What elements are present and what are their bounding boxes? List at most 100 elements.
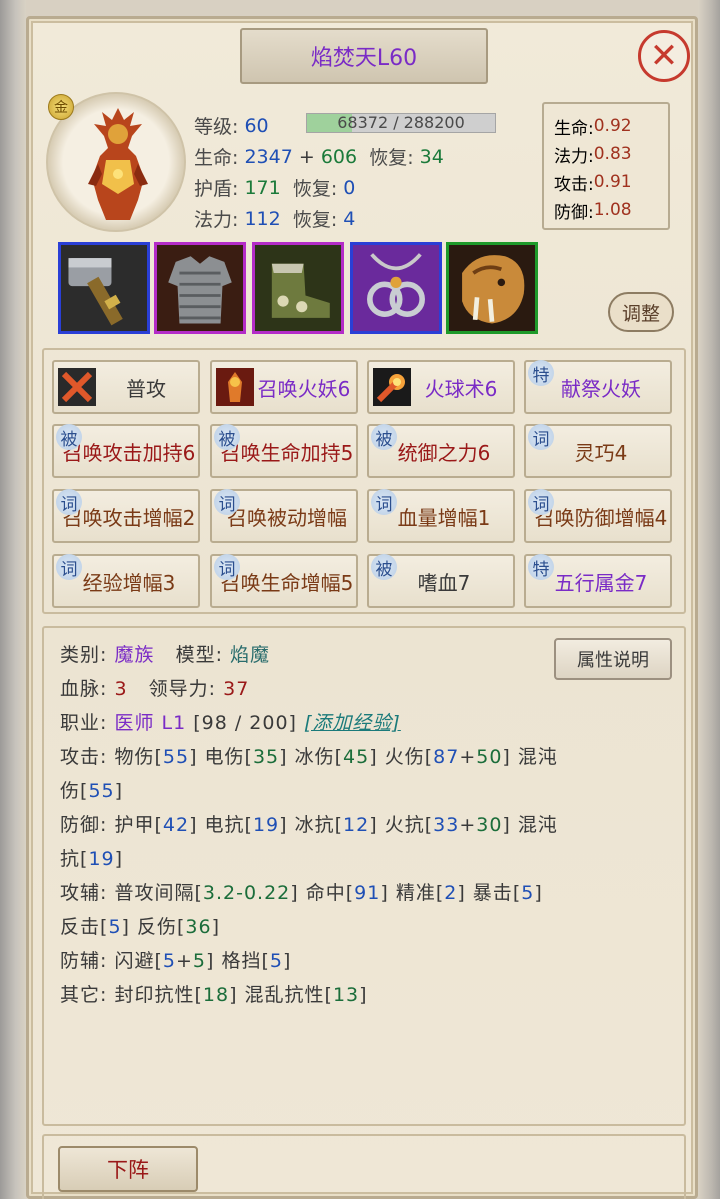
equip-slot-weapon[interactable]	[58, 242, 150, 334]
skill-slot[interactable]: 被召唤攻击加持6	[52, 424, 200, 478]
skill-slot[interactable]: 词经验增幅3	[52, 554, 200, 608]
skill-label: 嗜血7	[417, 570, 471, 595]
block-label: 格挡	[221, 950, 262, 972]
growth-value: 0.92	[593, 116, 632, 136]
skill-slot[interactable]: 召唤火妖6	[210, 360, 358, 414]
skill-tag: 词	[528, 489, 554, 515]
attack-elec-value: 35	[252, 746, 280, 768]
defense-fire-value: 33	[433, 814, 460, 836]
attr-row-atk-aux-cont: 反击[5] 反伤[36]	[60, 916, 221, 938]
add-xp-link[interactable]: [添加经验]	[304, 712, 401, 734]
skill-slot[interactable]: 词召唤被动增幅	[210, 489, 358, 543]
other-label: 其它:	[60, 984, 108, 1006]
dismiss-from-formation-button[interactable]: 下阵	[58, 1146, 198, 1192]
defense-ice-label: 冰抗	[294, 814, 335, 836]
defense-label: 防御:	[60, 814, 108, 836]
equip-slot-helm[interactable]	[446, 242, 538, 334]
skill-slot[interactable]: 火球术6	[367, 360, 515, 414]
close-icon: ✕	[649, 36, 679, 76]
skill-slot[interactable]: 词召唤防御增幅4	[524, 489, 672, 543]
skill-tag: 词	[214, 554, 240, 580]
skill-slot[interactable]: 特五行属金7	[524, 554, 672, 608]
interval-value: 3.2-0.22	[202, 882, 291, 904]
crit-value: 5	[521, 882, 535, 904]
skill-label: 经验增幅3	[82, 570, 176, 595]
attribute-help-button[interactable]: 属性说明	[554, 638, 672, 680]
equip-slot-boots[interactable]	[252, 242, 344, 334]
skill-slot[interactable]: 被统御之力6	[367, 424, 515, 478]
element-badge: 金	[48, 94, 74, 120]
skill-slot[interactable]: 被召唤生命加持5	[210, 424, 358, 478]
close-button[interactable]: ✕	[638, 30, 690, 82]
counter-label: 反击	[60, 916, 101, 938]
leadership-value: 37	[223, 678, 250, 700]
level-label: 等级:	[194, 116, 239, 138]
def-aux-label: 防辅:	[60, 950, 108, 972]
growth-label: 攻击:	[554, 174, 594, 195]
dodge-bonus: 5	[192, 950, 206, 972]
boots-icon	[255, 245, 341, 331]
equip-slot-armor[interactable]	[154, 242, 246, 334]
shield-regen-value: 0	[343, 176, 356, 199]
defense-chaos-label: 混沌	[517, 814, 558, 836]
seal-resist-value: 18	[202, 984, 230, 1006]
leadership-label: 领导力:	[148, 678, 217, 700]
crossed-swords-icon	[58, 368, 96, 406]
growth-row-mp: 法力: 0.83	[554, 140, 668, 168]
attack-fire-plus: +	[459, 746, 477, 768]
skill-tag: 特	[528, 360, 554, 386]
attr-row-attack-cont: 伤[55]	[60, 780, 124, 802]
skill-slot[interactable]: 普攻	[52, 360, 200, 414]
attr-row-defense: 防御: 护甲[42] 电抗[19] 冰抗[12] 火抗[33+30] 混沌	[60, 814, 558, 836]
defense-fire-label: 火抗	[384, 814, 425, 836]
attr-row-atk-aux: 攻辅: 普攻间隔[3.2-0.22] 命中[91] 精准[2] 暴击[5]	[60, 882, 543, 904]
attack-fire-value: 87	[433, 746, 460, 768]
skill-slot[interactable]: 词召唤攻击增幅2	[52, 489, 200, 543]
skill-slot[interactable]: 特献祭火妖	[524, 360, 672, 414]
growth-box: 生命: 0.92 法力: 0.83 攻击: 0.91 防御: 1.08	[542, 102, 670, 230]
shield-regen-label: 恢复:	[292, 178, 338, 200]
skill-label: 献祭火妖	[561, 376, 641, 401]
skill-label: 五行属金7	[554, 570, 648, 595]
skill-tag: 词	[528, 424, 554, 450]
defense-elec-label: 电抗	[204, 814, 245, 836]
mp-regen-value: 4	[343, 207, 356, 230]
defense-armor-label: 护甲	[114, 814, 155, 836]
adjust-button[interactable]: 调整	[608, 292, 674, 332]
fire-demon-icon	[216, 368, 254, 406]
bloodline-value: 3	[114, 678, 128, 700]
equip-slot-amulet[interactable]	[350, 242, 442, 334]
hp-bonus: 606	[320, 145, 358, 168]
skill-label: 普攻	[126, 376, 166, 401]
skill-label: 统御之力6	[397, 440, 491, 465]
attack-fire-bonus: 50	[476, 746, 503, 768]
attr-row-other: 其它: 封印抗性[18] 混乱抗性[13]	[60, 984, 368, 1006]
attack-fire-label: 火伤	[384, 746, 425, 768]
attack-phys-value: 55	[162, 746, 190, 768]
attributes-frame	[42, 626, 686, 1126]
fireball-icon	[373, 368, 411, 406]
hp-plus: +	[298, 145, 315, 168]
skill-tag: 特	[528, 554, 554, 580]
skill-slot[interactable]: 词血量增幅1	[367, 489, 515, 543]
skill-slot[interactable]: 词灵巧4	[524, 424, 672, 478]
beast-helm-icon	[449, 245, 535, 331]
model-value: 焰魔	[230, 644, 271, 666]
attack-ice-label: 冰伤	[294, 746, 335, 768]
interval-label: 普攻间隔	[114, 882, 195, 904]
attack-chaos-label-cont: 伤	[60, 780, 81, 802]
skill-tag: 词	[214, 489, 240, 515]
growth-value: 1.08	[593, 200, 632, 220]
hp-regen-value: 34	[419, 145, 444, 168]
growth-label: 法力:	[554, 146, 594, 167]
skill-slot[interactable]: 词召唤生命增幅5	[210, 554, 358, 608]
skill-slot[interactable]: 被嗜血7	[367, 554, 515, 608]
job-xp: [98 / 200]	[193, 712, 297, 734]
confuse-resist-label: 混乱抗性	[244, 984, 325, 1006]
amulet-icon	[353, 245, 439, 331]
flame-demon-portrait-icon	[88, 108, 148, 220]
growth-row-atk: 攻击: 0.91	[554, 168, 668, 196]
defense-armor-value: 42	[162, 814, 190, 836]
fire-demon-icon	[216, 368, 254, 406]
mp-label: 法力:	[194, 209, 239, 231]
